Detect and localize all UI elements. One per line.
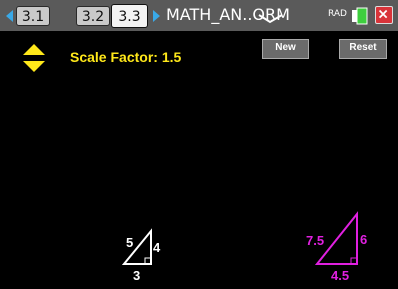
scaled-hypotenuse-label: 7.5 bbox=[306, 233, 324, 248]
scaled-triangle[interactable]: 7.5 6 4.5 bbox=[306, 211, 367, 283]
tab-3-3[interactable]: 3.3 bbox=[111, 4, 148, 28]
scaled-base-label: 4.5 bbox=[331, 268, 349, 283]
original-triangle[interactable]: 5 4 3 bbox=[121, 228, 161, 283]
document-menu-chevron-icon[interactable] bbox=[257, 9, 284, 25]
triangles-drawing: 5 4 3 7.5 6 4.5 bbox=[121, 211, 367, 283]
original-hypotenuse-label: 5 bbox=[126, 235, 133, 250]
top-bar: 3.1 3.2 3.3 MATH_AN..ORM RAD bbox=[0, 0, 398, 31]
tab-3-1[interactable]: 3.1 bbox=[16, 6, 50, 26]
close-button[interactable] bbox=[375, 6, 393, 24]
angle-mode-indicator: RAD bbox=[328, 9, 347, 19]
tab-scroll-right-icon[interactable] bbox=[153, 10, 160, 22]
tab-3-2[interactable]: 3.2 bbox=[76, 6, 110, 26]
close-icon bbox=[378, 9, 388, 19]
original-base-label: 3 bbox=[133, 268, 140, 283]
tab-scroll-left-icon[interactable] bbox=[6, 10, 13, 22]
original-vertical-label: 4 bbox=[153, 240, 161, 255]
scaled-vertical-label: 6 bbox=[360, 232, 367, 247]
geometry-canvas: Scale Factor: 1.5 New Reset 5 4 3 7.5 6 … bbox=[0, 31, 398, 289]
battery-icon bbox=[352, 7, 368, 25]
